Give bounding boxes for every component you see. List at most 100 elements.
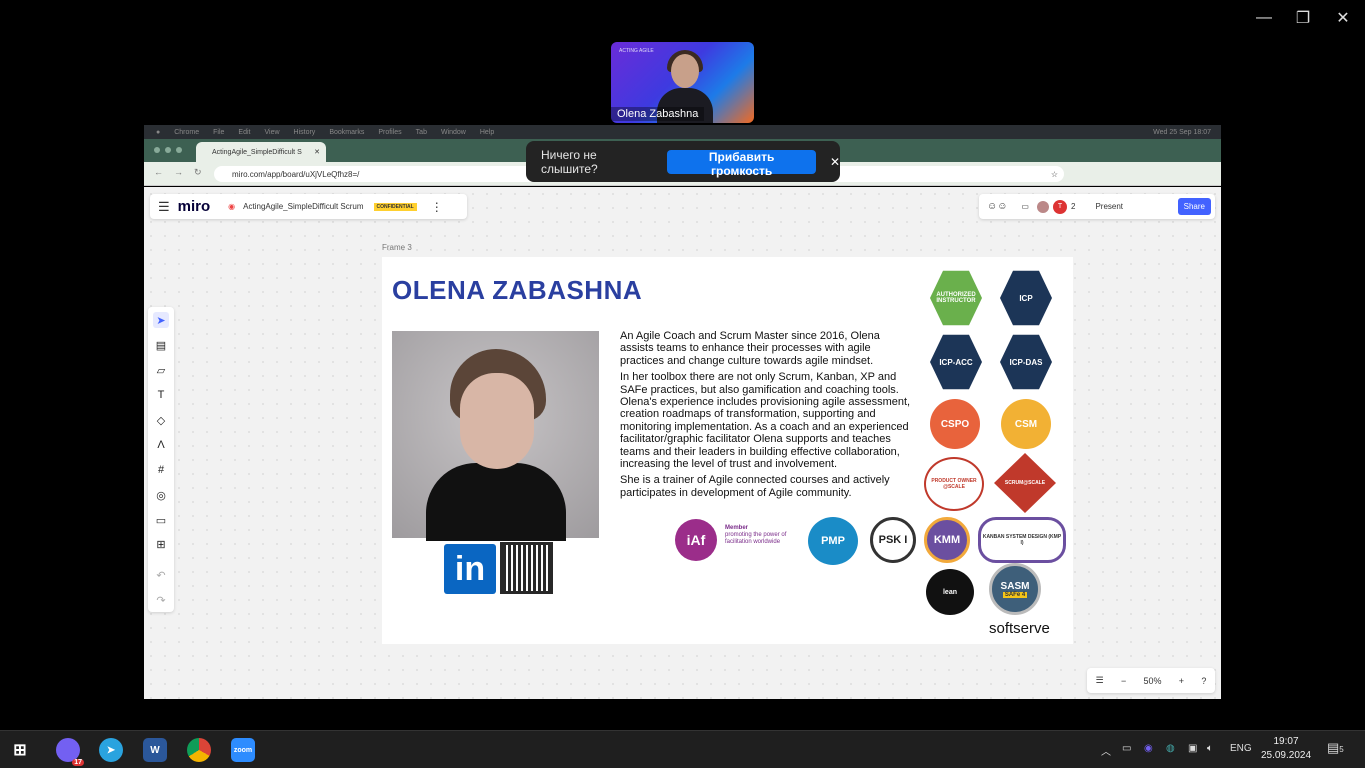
zoom-controls: ☰ − 50% + ?	[1087, 668, 1215, 693]
system-clock[interactable]: 19:07 25.09.2024	[1256, 735, 1316, 763]
traffic-lights	[154, 147, 182, 153]
icp-acc-badge: ICP-ACC	[930, 334, 982, 390]
miro-logo: miro	[177, 198, 211, 215]
volume-icon[interactable]: 🔈︎	[1207, 743, 1213, 754]
miro-board[interactable]: ☰ miro ◉ ActingAgile_SimpleDifficult Scr…	[144, 187, 1221, 699]
bio-paragraph: She is a trainer of Agile connected cour…	[620, 474, 890, 499]
menu-icon[interactable]: ☰	[158, 199, 170, 215]
zoom-icon[interactable]: zoom	[231, 738, 255, 762]
battery-icon[interactable]: ▭	[1122, 743, 1131, 754]
add-more-icon[interactable]: ⊞	[153, 536, 169, 552]
audio-toast: Ничего не слышите? Прибавить громкость ✕	[526, 141, 840, 182]
participant-video[interactable]: ACTING AGILE Olena Zabashna	[611, 42, 754, 123]
participant-name: Olena Zabashna	[611, 107, 705, 121]
browser-tab[interactable]: ActingAgile_SimpleDifficult S ✕	[196, 142, 326, 162]
forward-icon[interactable]: →	[174, 167, 183, 177]
psk-badge: PSK I	[870, 517, 916, 563]
help-icon[interactable]: ?	[1201, 676, 1206, 686]
minimize-button[interactable]: —	[1247, 6, 1281, 30]
mac-menubar: ● Chrome File Edit View History Bookmark…	[144, 125, 1221, 139]
menu-history: History	[293, 128, 316, 136]
slide-title: OLENA ZABASHNA	[392, 275, 643, 305]
participant-face	[671, 54, 699, 88]
viber-icon[interactable]: 17	[56, 738, 84, 766]
miro-header: ☰ miro ◉ ActingAgile_SimpleDifficult Scr…	[150, 194, 467, 219]
user-count[interactable]: 2	[1071, 202, 1075, 211]
reload-icon[interactable]: ↻	[194, 167, 202, 178]
menu-chrome: Chrome	[174, 128, 200, 136]
word-icon[interactable]: W	[143, 738, 167, 762]
sasm-badge: SASM SAFe 4	[989, 563, 1041, 615]
miro-toolbar: ➤ ▤ ▱ T ◇ Λ # ◎ ▭ ⊞ ↶ ↷	[148, 307, 174, 612]
board-name[interactable]: ActingAgile_SimpleDifficult Scrum	[243, 202, 363, 211]
authorized-instructor-badge: AUTHORIZED INSTRUCTOR	[930, 270, 982, 326]
tab-close-icon[interactable]: ✕	[314, 148, 320, 156]
comments-icon[interactable]: ▭	[1021, 202, 1029, 211]
video-background-text: ACTING AGILE	[619, 48, 654, 54]
notifications-icon[interactable]: ▤5	[1327, 740, 1344, 756]
select-tool-icon[interactable]: ➤	[153, 312, 169, 328]
miro-collab-bar: ☺☺ ▭ T 2 Present Share	[979, 194, 1215, 219]
menu-file: File	[213, 128, 225, 136]
share-button[interactable]: Share	[1177, 198, 1211, 215]
kmm-badge: KMM	[924, 517, 970, 563]
language-indicator[interactable]: ENG	[1230, 743, 1252, 754]
confidential-badge: CONFIDENTIAL	[373, 202, 417, 211]
iaf-logo: iAf	[675, 519, 717, 561]
board-icon: ◉	[228, 202, 236, 211]
menu-window: Window	[440, 128, 466, 136]
menu-bookmarks: Bookmarks	[329, 128, 365, 136]
frame-tool-icon[interactable]: #	[153, 462, 169, 478]
qr-code	[500, 542, 553, 594]
pen-icon[interactable]: Λ	[153, 437, 169, 453]
iaf-text: Member promoting the power of facilitatio…	[725, 525, 787, 545]
display-icon[interactable]: ▣	[1188, 743, 1197, 754]
frame-label[interactable]: Frame 3	[382, 243, 412, 252]
sticky-note-icon[interactable]: ▱	[153, 362, 169, 378]
mac-clock: Wed 25 Sep 18:07	[1153, 128, 1211, 136]
back-icon[interactable]: ←	[154, 167, 163, 177]
menu-tab: Tab	[415, 128, 427, 136]
slide-frame[interactable]: OLENA ZABASHNA An Agile Coach and Scrum …	[382, 257, 1073, 644]
user-avatar[interactable]: T	[1052, 199, 1067, 214]
network-icon[interactable]: ◍	[1166, 743, 1175, 754]
menu-help: Help	[479, 128, 495, 136]
templates-icon[interactable]: ▤	[153, 337, 169, 353]
avatar[interactable]	[1036, 200, 1049, 213]
text-tool-icon[interactable]: T	[153, 387, 169, 403]
pmp-badge: PMP	[808, 517, 858, 565]
kmp-badge: KANBAN SYSTEM DESIGN (KMP I)	[978, 517, 1066, 563]
toast-close-icon[interactable]: ✕	[830, 155, 840, 169]
comment-tool-icon[interactable]: ▭	[153, 512, 169, 528]
icp-das-badge: ICP-DAS	[1000, 334, 1052, 390]
bio-paragraph: In her toolbox there are not only Scrum,…	[620, 371, 911, 471]
zoom-out-icon[interactable]: −	[1121, 676, 1126, 686]
palette-icon[interactable]: ◎	[153, 487, 169, 503]
telegram-icon[interactable]: ➤	[99, 738, 123, 762]
menu-edit: Edit	[238, 128, 251, 136]
restore-button[interactable]: ❐	[1286, 6, 1320, 30]
reactions-icon[interactable]: ☺☺	[987, 201, 1007, 212]
zoom-in-icon[interactable]: +	[1179, 676, 1184, 686]
chrome-icon[interactable]	[187, 738, 211, 762]
csm-badge: CSM	[1001, 399, 1051, 449]
increase-volume-button[interactable]: Прибавить громкость	[667, 149, 816, 178]
more-options-icon[interactable]: ⋮	[431, 200, 443, 214]
undo-icon[interactable]: ↶	[153, 567, 169, 583]
shapes-icon[interactable]: ◇	[153, 412, 169, 428]
zoom-level[interactable]: 50%	[1144, 676, 1162, 686]
sm-scale-badge: SCRUM@SCALE	[994, 453, 1056, 513]
windows-taskbar: ⊞ 17 ➤ W zoom ︿ ▭ ◉ ◍ ▣ 🔈︎ ENG 19:07 25.0…	[0, 730, 1365, 768]
viber-tray-icon[interactable]: ◉	[1144, 743, 1153, 754]
redo-icon[interactable]: ↷	[153, 592, 169, 608]
po-scale-badge: PRODUCT OWNER @SCALE	[924, 457, 984, 511]
tray-chevron-icon[interactable]: ︿	[1101, 743, 1111, 758]
present-button[interactable]: Present	[1095, 202, 1123, 211]
apple-icon: ●	[156, 128, 161, 136]
bio-text: An Agile Coach and Scrum Master since 20…	[620, 330, 915, 503]
windows-start-icon[interactable]: ⊞	[8, 738, 32, 762]
desktop: — ❐ ✕ ACTING AGILE Olena Zabashna ● Chro…	[0, 0, 1365, 768]
close-window-button[interactable]: ✕	[1326, 6, 1360, 30]
bookmark-star-icon[interactable]: ☆	[1051, 170, 1058, 179]
board-list-icon[interactable]: ☰	[1096, 675, 1104, 686]
